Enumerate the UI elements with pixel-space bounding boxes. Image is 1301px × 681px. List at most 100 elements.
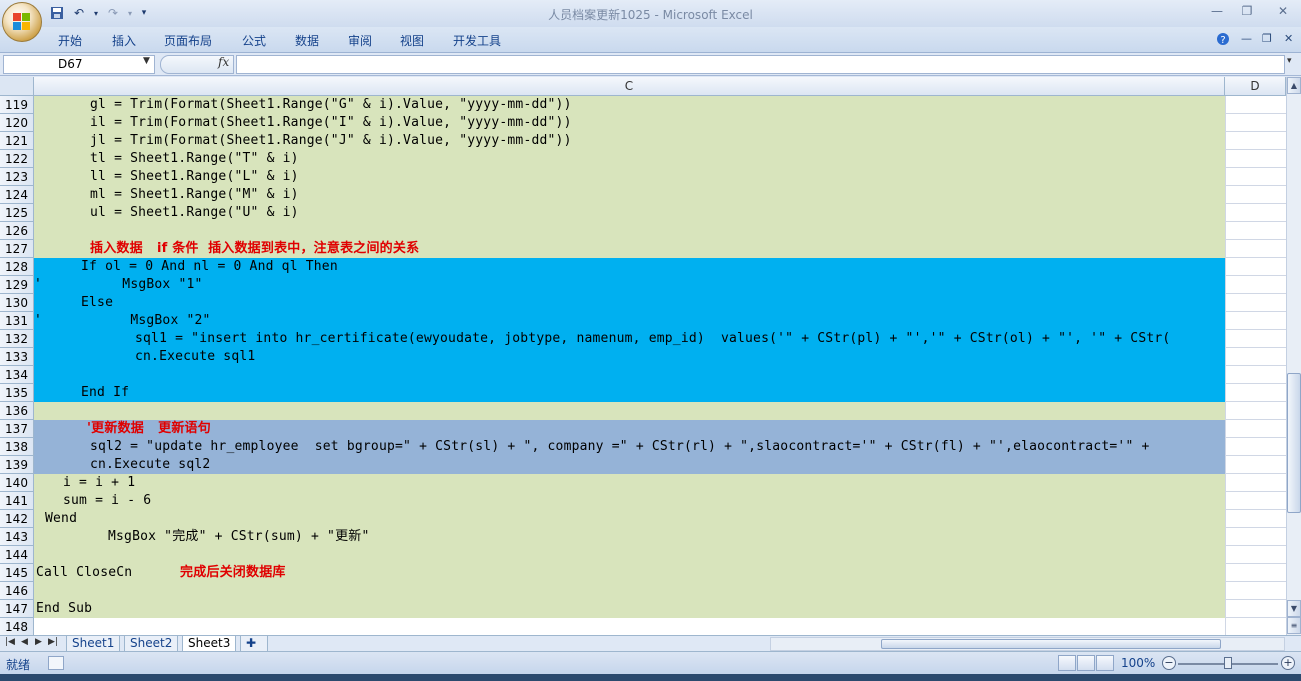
cell-d[interactable] (1225, 312, 1286, 330)
scroll-up-icon[interactable]: ▲ (1287, 77, 1301, 94)
cell-c[interactable]: ' MsgBox "1" (34, 276, 1225, 294)
formula-input[interactable] (236, 55, 1285, 74)
row-header[interactable]: 140 (0, 474, 34, 492)
row-header[interactable]: 121 (0, 132, 34, 150)
maximize-icon[interactable]: ❐ (1236, 3, 1258, 19)
cell-d[interactable] (1225, 348, 1286, 366)
ribbon-close-icon[interactable]: ✕ (1284, 32, 1293, 45)
cell-c[interactable]: gl = Trim(Format(Sheet1.Range("G" & i).V… (34, 96, 1225, 114)
cell-c[interactable] (34, 546, 1225, 564)
row-header[interactable]: 130 (0, 294, 34, 312)
row-header[interactable]: 136 (0, 402, 34, 420)
cell-d[interactable] (1225, 420, 1286, 438)
worksheet-grid[interactable]: C D 119 gl = Trim(Format(Sheet1.Range("G"… (0, 77, 1286, 635)
record-macro-icon[interactable] (48, 656, 64, 670)
sheet-tab-sheet1[interactable]: Sheet1 (66, 636, 121, 652)
first-sheet-icon[interactable]: |◀ (5, 637, 15, 647)
tab-review[interactable]: 审阅 (348, 32, 372, 49)
row-header[interactable]: 143 (0, 528, 34, 546)
cell-d[interactable] (1225, 600, 1286, 618)
tab-data[interactable]: 数据 (295, 32, 319, 49)
vertical-scroll-thumb[interactable] (1287, 373, 1301, 513)
cell-d[interactable] (1225, 186, 1286, 204)
zoom-slider-thumb[interactable] (1224, 657, 1232, 669)
normal-view-icon[interactable] (1058, 655, 1076, 671)
horizontal-scroll-thumb[interactable] (881, 639, 1221, 649)
vertical-scrollbar[interactable]: ▲ ▼ ≡ (1286, 77, 1301, 635)
cell-c[interactable]: MsgBox "完成" + CStr(sum) + "更新" (34, 528, 1225, 546)
row-header[interactable]: 144 (0, 546, 34, 564)
row-header[interactable]: 124 (0, 186, 34, 204)
cell-c[interactable]: 插入数据 if 条件 插入数据到表中，注意表之间的关系 (34, 240, 1225, 258)
name-box-dropdown-icon[interactable]: ▼ (143, 56, 150, 66)
cell-c[interactable]: i = i + 1 (34, 474, 1225, 492)
cell-c[interactable]: If ol = 0 And nl = 0 And ql Then (34, 258, 1225, 276)
cell-d[interactable] (1225, 204, 1286, 222)
expand-formula-bar-icon[interactable]: ▾ (1287, 56, 1292, 66)
cell-d[interactable] (1225, 438, 1286, 456)
cell-d[interactable] (1225, 132, 1286, 150)
cell-c[interactable]: tl = Sheet1.Range("T" & i) (34, 150, 1225, 168)
row-header[interactable]: 148 (0, 618, 34, 635)
row-header[interactable]: 119 (0, 96, 34, 114)
cell-c[interactable]: sum = i - 6 (34, 492, 1225, 510)
cell-d[interactable] (1225, 114, 1286, 132)
row-header[interactable]: 132 (0, 330, 34, 348)
last-sheet-icon[interactable]: ▶| (48, 637, 58, 647)
cell-c[interactable] (34, 366, 1225, 384)
cell-c[interactable] (34, 618, 1225, 635)
row-header[interactable]: 135 (0, 384, 34, 402)
cell-d[interactable] (1225, 276, 1286, 294)
ribbon-minimize-icon[interactable]: — (1241, 32, 1252, 45)
next-sheet-icon[interactable]: ▶ (35, 637, 42, 647)
row-header[interactable]: 137 (0, 420, 34, 438)
cell-c[interactable]: cn.Execute sql1 (34, 348, 1225, 366)
select-all-corner[interactable] (0, 77, 34, 96)
horizontal-scrollbar[interactable] (770, 637, 1285, 651)
cell-d[interactable] (1225, 258, 1286, 276)
tab-developer[interactable]: 开发工具 (453, 32, 501, 49)
cell-d[interactable] (1225, 366, 1286, 384)
column-header-c[interactable]: C (34, 77, 1225, 96)
cell-c[interactable] (34, 582, 1225, 600)
row-header[interactable]: 120 (0, 114, 34, 132)
tab-page-layout[interactable]: 页面布局 (164, 32, 212, 49)
insert-sheet-icon[interactable]: ✚ (240, 636, 268, 652)
tab-home[interactable]: 开始 (58, 32, 82, 49)
page-layout-view-icon[interactable] (1077, 655, 1095, 671)
row-header[interactable]: 141 (0, 492, 34, 510)
split-handle-icon[interactable]: ≡ (1287, 617, 1301, 634)
cell-c[interactable]: End Sub (34, 600, 1225, 618)
cell-d[interactable] (1225, 240, 1286, 258)
row-header[interactable]: 129 (0, 276, 34, 294)
row-header[interactable]: 131 (0, 312, 34, 330)
minimize-icon[interactable]: — (1206, 3, 1228, 19)
scroll-down-icon[interactable]: ▼ (1287, 600, 1301, 617)
cell-d[interactable] (1225, 564, 1286, 582)
cell-d[interactable] (1225, 150, 1286, 168)
zoom-level[interactable]: 100% (1121, 656, 1155, 670)
cell-c[interactable]: il = Trim(Format(Sheet1.Range("I" & i).V… (34, 114, 1225, 132)
row-header[interactable]: 145 (0, 564, 34, 582)
cell-d[interactable] (1225, 456, 1286, 474)
cell-d[interactable] (1225, 222, 1286, 240)
row-header[interactable]: 122 (0, 150, 34, 168)
close-icon[interactable]: ✕ (1272, 3, 1294, 19)
cell-d[interactable] (1225, 492, 1286, 510)
cell-c[interactable] (34, 222, 1225, 240)
zoom-in-icon[interactable]: + (1281, 656, 1295, 670)
cell-c[interactable]: ' MsgBox "2" (34, 312, 1225, 330)
cell-d[interactable] (1225, 384, 1286, 402)
row-header[interactable]: 146 (0, 582, 34, 600)
row-header[interactable]: 138 (0, 438, 34, 456)
row-header[interactable]: 139 (0, 456, 34, 474)
cell-c[interactable] (34, 402, 1225, 420)
zoom-out-icon[interactable]: − (1162, 656, 1176, 670)
tab-formulas[interactable]: 公式 (242, 32, 266, 49)
cell-c[interactable]: cn.Execute sql2 (34, 456, 1225, 474)
cell-c[interactable]: sql1 = "insert into hr_certificate(ewyou… (34, 330, 1225, 348)
row-header[interactable]: 128 (0, 258, 34, 276)
cell-c[interactable]: jl = Trim(Format(Sheet1.Range("J" & i).V… (34, 132, 1225, 150)
cell-c[interactable]: sql2 = "update hr_employee set bgroup=" … (34, 438, 1225, 456)
cell-c[interactable]: '更新数据 更新语句 (34, 420, 1225, 438)
